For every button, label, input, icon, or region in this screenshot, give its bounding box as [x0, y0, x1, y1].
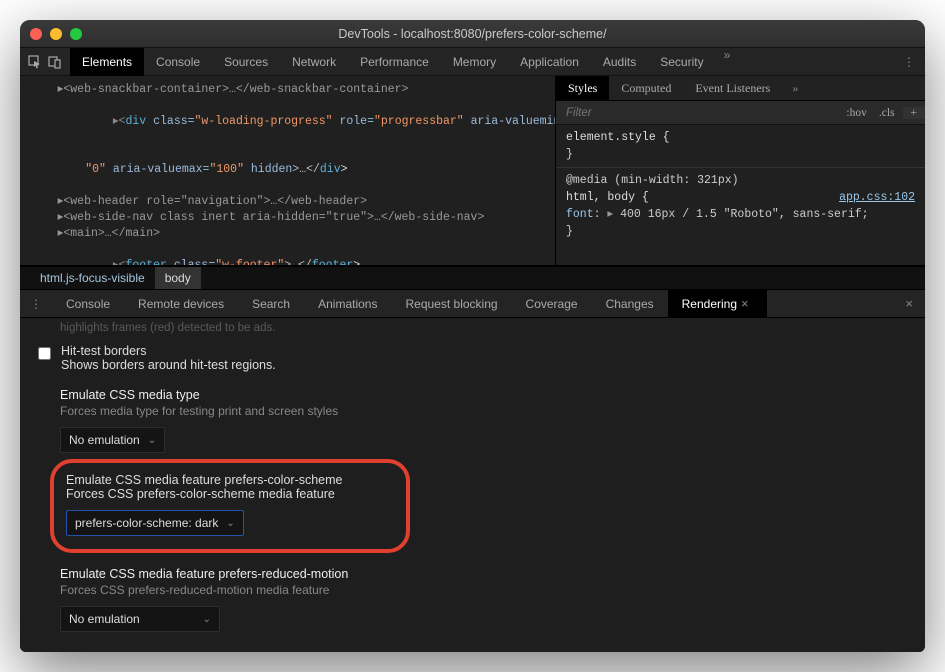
css-property: font — [566, 208, 594, 221]
dom-tree[interactable]: ▸<web-snackbar-container>…</web-snackbar… — [20, 76, 555, 265]
dom-line: "0" aria-valuemax="100" hidden>…</div> — [30, 146, 545, 194]
main-tabs: Elements Console Sources Network Perform… — [70, 48, 738, 76]
chevron-down-icon: ⌄ — [148, 435, 156, 446]
emulate-reduced-motion-desc: Forces CSS prefers-reduced-motion media … — [60, 583, 907, 597]
brace: } — [566, 148, 573, 161]
drawer-tab-changes[interactable]: Changes — [592, 290, 668, 318]
hit-test-borders-title: Hit-test borders — [61, 344, 276, 358]
drawer-tabs: ⋮ Console Remote devices Search Animatio… — [20, 290, 925, 318]
previous-option-desc: highlights frames (red) detected to be a… — [60, 322, 907, 334]
emulate-color-scheme-select[interactable]: prefers-color-scheme: dark ⌄ — [66, 510, 244, 536]
styles-panel: Styles Computed Event Listeners » :hov .… — [555, 76, 925, 265]
chevron-down-icon: ⌄ — [203, 614, 211, 625]
tab-memory[interactable]: Memory — [441, 48, 508, 76]
inspect-element-icon[interactable] — [28, 55, 42, 69]
tab-network[interactable]: Network — [280, 48, 348, 76]
drawer-tab-search[interactable]: Search — [238, 290, 304, 318]
styles-filter-bar: :hov .cls + — [556, 101, 925, 125]
devtools-window: DevTools - localhost:8080/prefers-color-… — [20, 20, 925, 652]
emulate-media-type-desc: Forces media type for testing print and … — [60, 404, 907, 418]
emulate-color-scheme-desc: Forces CSS prefers-color-scheme media fe… — [66, 487, 394, 501]
highlighted-prefers-color-scheme: Emulate CSS media feature prefers-color-… — [50, 459, 410, 553]
tab-sources[interactable]: Sources — [212, 48, 280, 76]
tab-event-listeners[interactable]: Event Listeners — [683, 76, 782, 101]
tab-security[interactable]: Security — [648, 48, 715, 76]
window-title: DevTools - localhost:8080/prefers-color-… — [20, 27, 925, 41]
drawer-tab-rendering[interactable]: Rendering × — [668, 290, 767, 318]
dom-line: ▸<web-header role="navigation">…</web-he… — [30, 194, 545, 210]
source-link[interactable]: app.css:102 — [839, 189, 915, 206]
new-style-rule-icon[interactable]: + — [903, 107, 926, 119]
brace: } — [566, 225, 573, 238]
dom-line: ▸<footer class="w-footer">…</footer> — [30, 242, 545, 265]
chevron-down-icon: ⌄ — [226, 518, 234, 529]
drawer-tab-coverage[interactable]: Coverage — [512, 290, 592, 318]
drawer-tab-animations[interactable]: Animations — [304, 290, 391, 318]
close-icon[interactable]: × — [737, 296, 753, 311]
tab-performance[interactable]: Performance — [348, 48, 441, 76]
emulate-reduced-motion-select[interactable]: No emulation ⌄ — [60, 606, 220, 632]
zoom-window-icon[interactable] — [70, 28, 82, 40]
selector: element.style { — [566, 131, 670, 144]
tab-styles[interactable]: Styles — [556, 76, 609, 101]
drawer-tab-remote-devices[interactable]: Remote devices — [124, 290, 238, 318]
emulate-media-type-select[interactable]: No emulation ⌄ — [60, 427, 165, 453]
minimize-window-icon[interactable] — [50, 28, 62, 40]
elements-panel: ▸<web-snackbar-container>…</web-snackbar… — [20, 76, 925, 266]
close-window-icon[interactable] — [30, 28, 42, 40]
media-query: @media (min-width: 321px) — [566, 174, 739, 187]
toggle-device-icon[interactable] — [48, 55, 62, 69]
tab-console[interactable]: Console — [144, 48, 212, 76]
css-value: 400 16px / 1.5 "Roboto", sans-serif; — [620, 208, 868, 221]
breadcrumb-item[interactable]: body — [155, 267, 201, 289]
select-value: No emulation — [69, 433, 140, 447]
cls-toggle[interactable]: .cls — [873, 107, 901, 119]
tab-application[interactable]: Application — [508, 48, 591, 76]
emulate-reduced-motion-title: Emulate CSS media feature prefers-reduce… — [60, 567, 907, 581]
breadcrumb: html.js-focus-visible body — [20, 266, 925, 290]
selector: html, body { — [566, 191, 649, 204]
rendering-drawer: highlights frames (red) detected to be a… — [20, 318, 925, 652]
hov-toggle[interactable]: :hov — [840, 107, 872, 119]
window-controls — [30, 28, 82, 40]
dom-line: ▸<main>…</main> — [30, 226, 545, 242]
drawer-tab-console[interactable]: Console — [52, 290, 124, 318]
tab-computed[interactable]: Computed — [609, 76, 683, 101]
css-rules[interactable]: element.style { } @media (min-width: 321… — [556, 125, 925, 244]
dom-line: ▸<web-snackbar-container>…</web-snackbar… — [30, 82, 545, 98]
drawer-tab-request-blocking[interactable]: Request blocking — [391, 290, 511, 318]
breadcrumb-item[interactable]: html.js-focus-visible — [30, 267, 155, 289]
styles-tabs-overflow-icon[interactable]: » — [782, 81, 808, 96]
settings-kebab-icon[interactable]: ⋮ — [893, 55, 925, 69]
select-value: No emulation — [69, 612, 140, 626]
select-value: prefers-color-scheme: dark — [75, 516, 218, 530]
tab-audits[interactable]: Audits — [591, 48, 648, 76]
dom-line: ▸<div class="w-loading-progress" role="p… — [30, 98, 545, 146]
emulate-media-type-title: Emulate CSS media type — [60, 388, 907, 402]
dom-line: ▸<web-side-nav class inert aria-hidden="… — [30, 210, 545, 226]
titlebar: DevTools - localhost:8080/prefers-color-… — [20, 20, 925, 48]
hit-test-borders-desc: Shows borders around hit-test regions. — [61, 358, 276, 372]
main-toolbar: Elements Console Sources Network Perform… — [20, 48, 925, 76]
emulate-color-scheme-title: Emulate CSS media feature prefers-color-… — [66, 473, 394, 487]
tabs-overflow-icon[interactable]: » — [716, 48, 739, 76]
hit-test-borders-checkbox[interactable] — [38, 347, 51, 360]
styles-filter-input[interactable] — [556, 107, 840, 119]
drawer-kebab-icon[interactable]: ⋮ — [20, 297, 52, 311]
expand-icon[interactable]: ▸ — [607, 208, 613, 221]
drawer-close-icon[interactable]: × — [893, 296, 925, 311]
tab-elements[interactable]: Elements — [70, 48, 144, 76]
